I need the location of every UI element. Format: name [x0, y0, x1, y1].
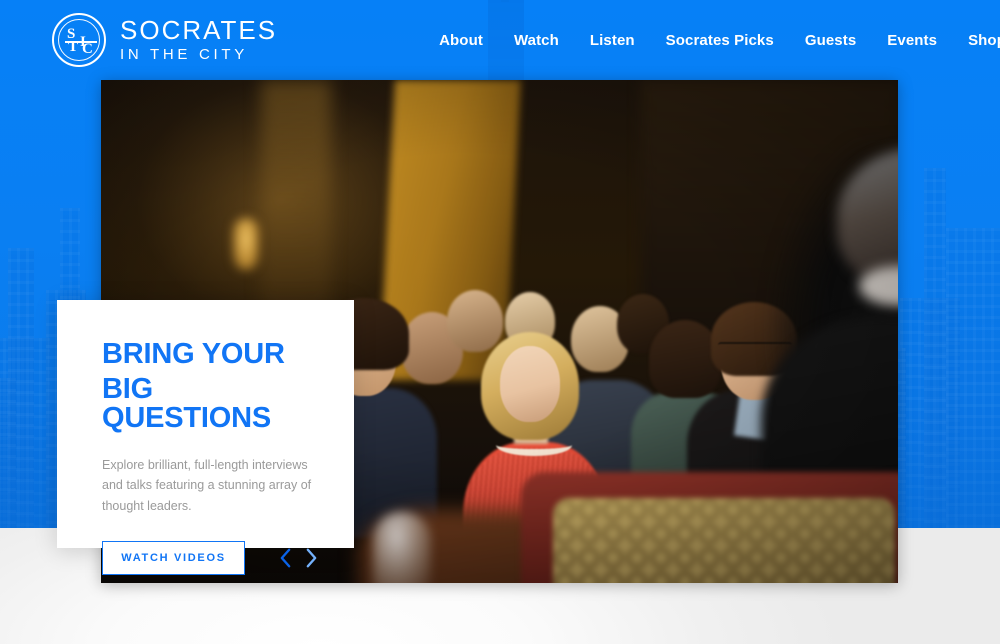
nav-item-listen[interactable]: Listen	[590, 32, 635, 49]
brand-name-primary: SOCRATES	[120, 14, 278, 45]
hero-card: BRING YOUR BIG QUESTIONS Explore brillia…	[57, 300, 354, 576]
page-title: BRING YOUR BIG QUESTIONS	[102, 340, 318, 433]
hero-title-line-1: BRING YOUR	[102, 338, 285, 370]
logo-letter-c: C	[82, 41, 93, 57]
chevron-right-icon[interactable]	[305, 547, 318, 569]
nav-item-about[interactable]: About	[439, 32, 483, 49]
watch-videos-button[interactable]: WATCH VIDEOS	[102, 541, 245, 576]
nav-item-events[interactable]: Events	[887, 32, 937, 49]
nav-item-shop[interactable]: Shop	[968, 32, 1000, 49]
stc-monogram-icon: S I T C	[52, 13, 106, 67]
hero-description: Explore brilliant, full-length interview…	[102, 458, 312, 513]
nav-item-guests[interactable]: Guests	[805, 32, 856, 49]
nav-item-socrates-picks[interactable]: Socrates Picks	[666, 32, 774, 49]
hero-title-line-2: BIG QUESTIONS	[102, 373, 271, 434]
carousel-controls	[279, 547, 318, 569]
page-root: S I T C SOCRATES IN THE CITY About Watch…	[0, 0, 1000, 644]
hero-actions: WATCH VIDEOS	[102, 541, 318, 576]
brand-name-secondary: IN THE CITY	[120, 46, 248, 64]
brand-logo[interactable]: S I T C SOCRATES IN THE CITY	[52, 13, 277, 67]
site-header: S I T C SOCRATES IN THE CITY About Watch…	[0, 0, 1000, 80]
brand-wordmark: SOCRATES IN THE CITY	[120, 17, 277, 64]
nav-item-watch[interactable]: Watch	[514, 32, 559, 49]
chevron-left-icon[interactable]	[279, 547, 292, 569]
main-navigation: About Watch Listen Socrates Picks Guests…	[439, 26, 1000, 54]
logo-letter-t: T	[68, 39, 79, 55]
